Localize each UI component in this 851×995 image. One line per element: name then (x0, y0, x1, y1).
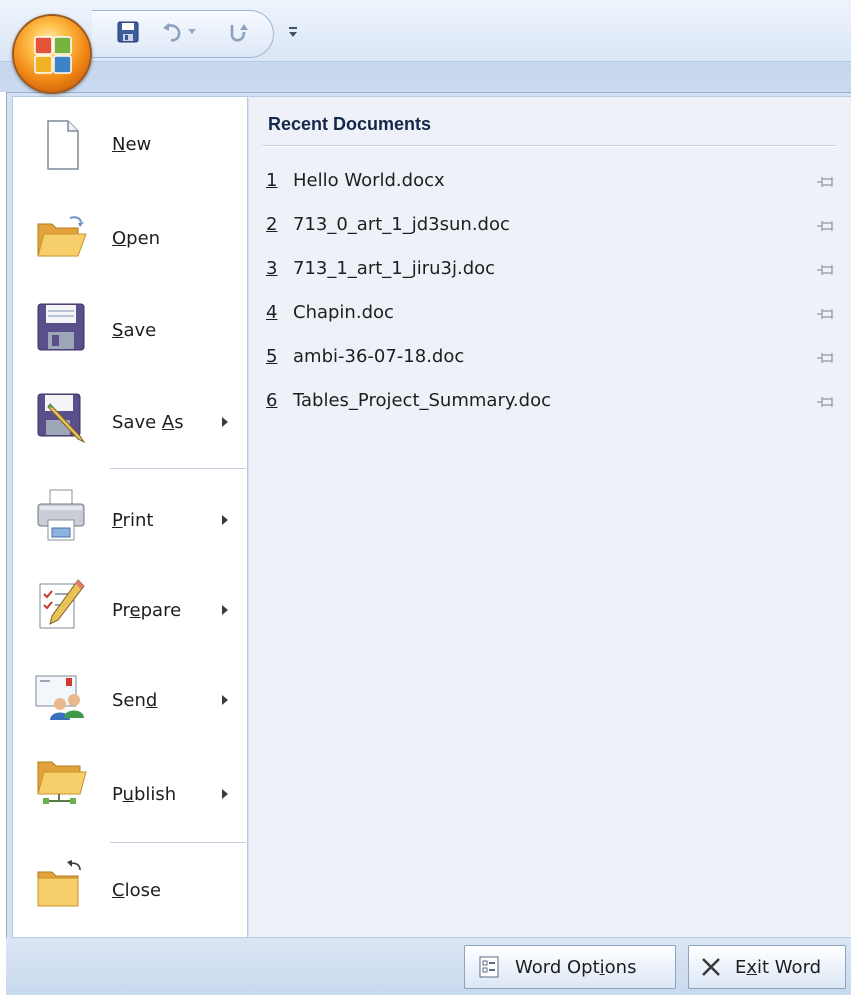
menu-separator (110, 468, 246, 470)
recent-document-item[interactable]: 1 Hello World.docx (264, 164, 844, 200)
close-icon (702, 958, 720, 976)
undo-icon (163, 23, 181, 42)
submenu-arrow-icon (222, 789, 228, 799)
menu-item-label: Publish (112, 784, 177, 805)
recent-document-name: Hello World.docx (293, 170, 445, 191)
menu-item-label: Send (112, 690, 158, 711)
publish-folder-icon (37, 761, 87, 804)
recent-documents-heading: Recent Documents (262, 108, 836, 147)
open-folder-icon (37, 216, 87, 257)
save-as-pencil-icon (37, 393, 86, 444)
menu-item-label: New (112, 134, 152, 155)
menu-separator (110, 842, 246, 844)
recent-document-name: 713_0_art_1_jd3sun.doc (293, 214, 510, 235)
pushpin-icon[interactable] (816, 218, 838, 234)
floppy-disk-icon (37, 303, 85, 351)
submenu-arrow-icon (222, 605, 228, 615)
recent-document-name: Tables_Project_Summary.doc (293, 390, 551, 411)
recent-document-name: Chapin.doc (293, 302, 394, 323)
new-document-icon (47, 120, 79, 170)
chevron-down-icon (188, 29, 196, 34)
recent-document-number: 2 (266, 214, 278, 235)
submenu-arrow-icon (222, 695, 228, 705)
menu-item-close[interactable]: Close (14, 846, 246, 934)
exit-word-button[interactable]: Exit Word (688, 945, 846, 989)
pushpin-icon[interactable] (816, 262, 838, 278)
recent-document-number: 6 (266, 390, 278, 411)
exit-word-label: Exit Word (735, 956, 822, 978)
send-people-icon (35, 675, 84, 720)
menu-item-new[interactable]: New (14, 104, 246, 192)
recent-document-item[interactable]: 2 713_0_art_1_jd3sun.doc (264, 208, 844, 244)
save-quick-button[interactable] (114, 18, 142, 46)
recent-document-number: 3 (266, 258, 278, 279)
menu-item-send[interactable]: Send (14, 654, 246, 742)
redo-quick-button[interactable] (224, 18, 252, 46)
recent-document-name: 713_1_art_1_jiru3j.doc (293, 258, 496, 279)
submenu-arrow-icon (222, 417, 228, 427)
menu-item-label: Close (112, 880, 162, 901)
recent-document-number: 5 (266, 346, 278, 367)
recent-document-item[interactable]: 4 Chapin.doc (264, 296, 844, 332)
recent-document-item[interactable]: 6 Tables_Project_Summary.doc (264, 384, 844, 420)
word-options-button[interactable]: Word Options (464, 945, 676, 989)
menu-item-publish[interactable]: Publish (14, 744, 246, 832)
menu-item-save-as[interactable]: Save As (14, 374, 246, 462)
redo-icon (230, 24, 248, 42)
floppy-disk-icon (117, 21, 139, 43)
word-options-label: Word Options (515, 956, 637, 978)
customize-quick-access-button[interactable] (286, 22, 300, 42)
recent-document-number: 1 (266, 170, 278, 191)
dropdown-arrow-icon (289, 27, 297, 37)
office-button[interactable] (12, 14, 92, 94)
recent-document-item[interactable]: 5 ambi-36-07-18.doc (264, 340, 844, 376)
submenu-arrow-icon (222, 515, 228, 525)
office-logo-icon (34, 36, 72, 74)
menu-item-label: Print (112, 510, 154, 531)
recent-document-number: 4 (266, 302, 278, 323)
close-folder-icon (37, 860, 81, 907)
menu-item-label: Prepare (112, 600, 182, 621)
pushpin-icon[interactable] (816, 350, 838, 366)
pushpin-icon[interactable] (816, 394, 838, 410)
recent-document-item[interactable]: 3 713_1_art_1_jiru3j.doc (264, 252, 844, 288)
menu-item-save[interactable]: Save (14, 284, 246, 372)
undo-quick-button[interactable] (158, 18, 186, 46)
prepare-document-icon (39, 579, 85, 629)
options-icon (479, 956, 499, 978)
printer-icon (37, 489, 85, 541)
menu-item-open[interactable]: Open (14, 194, 246, 282)
recent-document-name: ambi-36-07-18.doc (293, 346, 465, 367)
menu-item-print[interactable]: Print (14, 474, 246, 562)
undo-dropdown[interactable] (184, 18, 200, 46)
pushpin-icon[interactable] (816, 174, 838, 190)
menu-item-label: Save As (112, 412, 184, 433)
pushpin-icon[interactable] (816, 306, 838, 322)
menu-item-label: Save (112, 320, 157, 341)
menu-item-prepare[interactable]: Prepare (14, 564, 246, 652)
menu-item-label: Open (112, 228, 161, 249)
